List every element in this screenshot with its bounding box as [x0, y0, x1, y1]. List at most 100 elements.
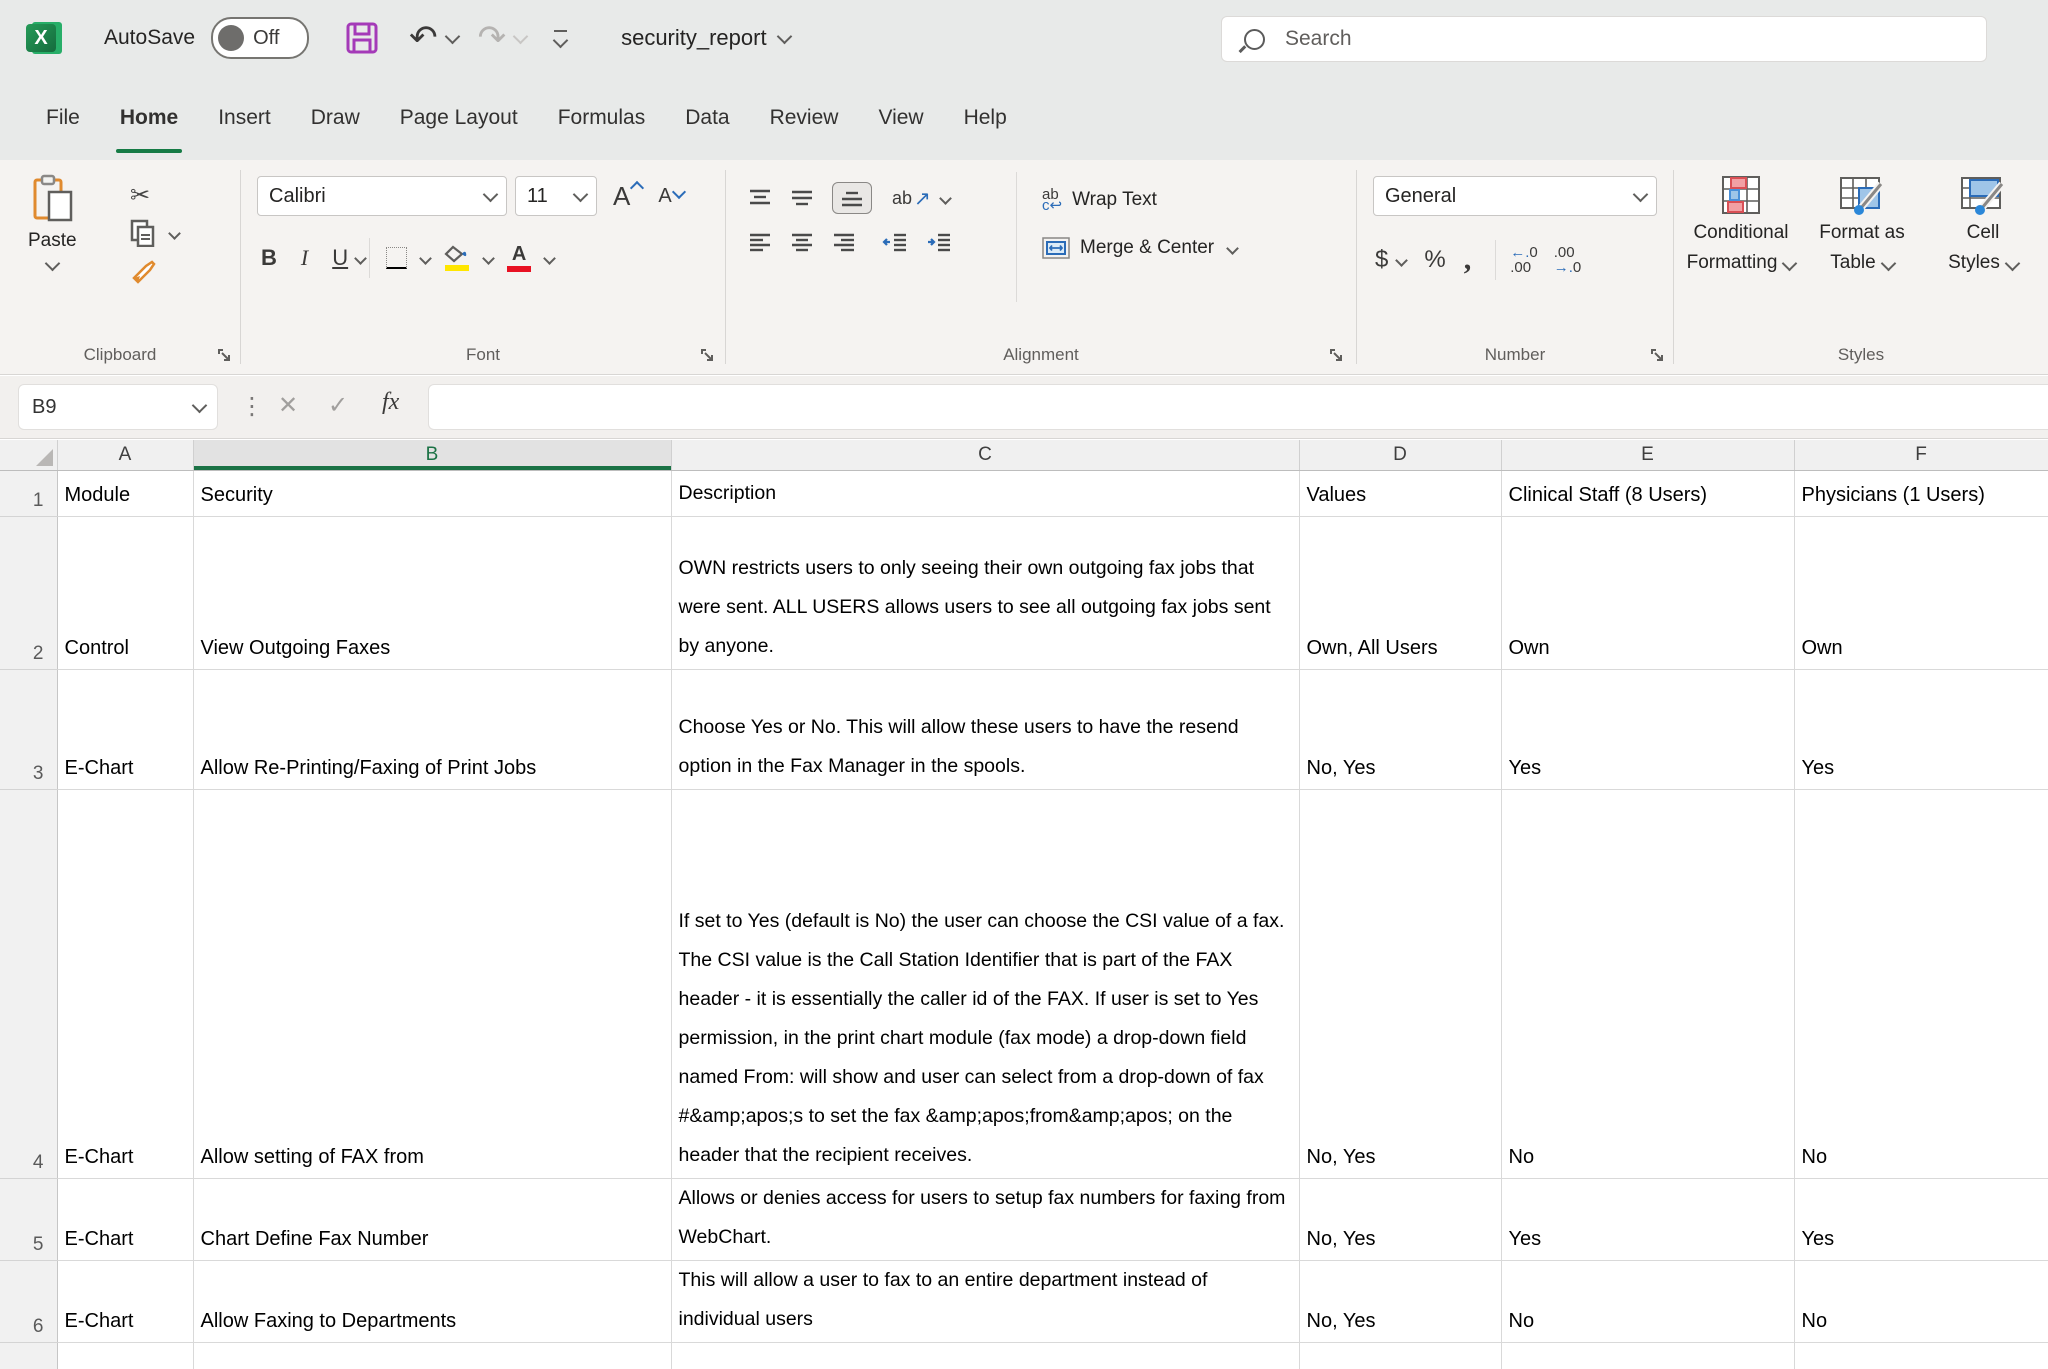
cell-C3[interactable]: Choose Yes or No. This will allow these … — [671, 670, 1299, 790]
cell-B1[interactable]: Security — [193, 471, 671, 517]
cell-E3[interactable]: Yes — [1501, 670, 1794, 790]
fill-color-chevron-icon[interactable] — [482, 252, 495, 265]
tab-home[interactable]: Home — [100, 76, 198, 160]
column-header-e[interactable]: E — [1501, 440, 1794, 471]
column-header-d[interactable]: D — [1299, 440, 1501, 471]
decrease-indent-button[interactable] — [882, 232, 908, 252]
number-dialog-launcher[interactable] — [1651, 349, 1665, 363]
tab-help[interactable]: Help — [944, 76, 1027, 160]
align-center-button[interactable] — [790, 232, 814, 252]
cell-B4[interactable]: Allow setting of FAX from — [193, 790, 671, 1179]
cell-A6[interactable]: E-Chart — [57, 1261, 193, 1343]
cell-B3[interactable]: Allow Re-Printing/Faxing of Print Jobs — [193, 670, 671, 790]
cell-D5[interactable]: No, Yes — [1299, 1179, 1501, 1261]
cell-E4[interactable]: No — [1501, 790, 1794, 1179]
cell-E6[interactable]: No — [1501, 1261, 1794, 1343]
borders-chevron-icon[interactable] — [419, 252, 432, 265]
font-color-chevron-icon[interactable] — [543, 252, 556, 265]
cell-C7[interactable] — [671, 1343, 1299, 1369]
wrap-text-button[interactable]: ab c↩ Wrap Text — [1042, 176, 1237, 224]
align-top-button[interactable] — [748, 188, 772, 208]
cancel-button[interactable]: ✕ — [278, 391, 298, 420]
cell-C1[interactable]: Description — [671, 471, 1299, 517]
cell-D2[interactable]: Own, All Users — [1299, 517, 1501, 670]
align-left-button[interactable] — [748, 232, 772, 252]
align-bottom-button-selected[interactable] — [832, 182, 872, 214]
font-dialog-launcher[interactable] — [701, 349, 715, 363]
redo-button[interactable]: ↷ — [478, 23, 527, 53]
cell-B5[interactable]: Chart Define Fax Number — [193, 1179, 671, 1261]
currency-format-button[interactable]: $ — [1375, 246, 1406, 274]
font-name-combo[interactable]: Calibri — [257, 176, 507, 216]
cell-A4[interactable]: E-Chart — [57, 790, 193, 1179]
select-all-button[interactable] — [0, 440, 57, 471]
cell-E1[interactable]: Clinical Staff (8 Users) — [1501, 471, 1794, 517]
search-input[interactable] — [1283, 26, 1927, 52]
cell-C5[interactable]: Allows or denies access for users to set… — [671, 1179, 1299, 1261]
number-format-combo[interactable]: General — [1373, 176, 1657, 216]
cell-B2[interactable]: View Outgoing Faxes — [193, 517, 671, 670]
row-header-1[interactable]: 1 — [0, 471, 57, 517]
undo-button[interactable]: ↶ — [409, 23, 458, 53]
autosave-toggle[interactable]: Off — [211, 17, 309, 59]
clipboard-dialog-launcher[interactable] — [218, 349, 232, 363]
align-right-button[interactable] — [832, 232, 856, 252]
font-color-button[interactable]: A — [507, 244, 531, 272]
cell-C6[interactable]: This will allow a user to fax to an enti… — [671, 1261, 1299, 1343]
row-header-6[interactable]: 6 — [0, 1261, 57, 1343]
conditional-formatting-button[interactable]: Conditional Formatting — [1682, 174, 1800, 276]
cell-A1[interactable]: Module — [57, 471, 193, 517]
merge-center-button[interactable]: Merge & Center — [1042, 224, 1237, 272]
italic-button[interactable]: I — [301, 245, 308, 271]
cell-E5[interactable]: Yes — [1501, 1179, 1794, 1261]
tab-formulas[interactable]: Formulas — [538, 76, 666, 160]
align-middle-button[interactable] — [790, 188, 814, 208]
cell-C4[interactable]: If set to Yes (default is No) the user c… — [671, 790, 1299, 1179]
cell-A7[interactable] — [57, 1343, 193, 1369]
copy-button[interactable] — [130, 214, 179, 252]
cell-F5[interactable]: Yes — [1794, 1179, 2048, 1261]
search-box[interactable] — [1221, 16, 1987, 62]
row-header-5[interactable]: 5 — [0, 1179, 57, 1261]
font-size-combo[interactable]: 11 — [515, 176, 597, 216]
save-button[interactable] — [345, 21, 379, 55]
cell-F4[interactable]: No — [1794, 790, 2048, 1179]
cell-A2[interactable]: Control — [57, 517, 193, 670]
cell-A3[interactable]: E-Chart — [57, 670, 193, 790]
tab-data[interactable]: Data — [665, 76, 749, 160]
column-header-b-selected[interactable]: B — [193, 440, 671, 471]
cell-F6[interactable]: No — [1794, 1261, 2048, 1343]
row-header-3[interactable]: 3 — [0, 670, 57, 790]
tab-draw[interactable]: Draw — [291, 76, 380, 160]
cell-D3[interactable]: No, Yes — [1299, 670, 1501, 790]
orientation-button[interactable]: ab ↗ — [892, 186, 950, 211]
cell-C2[interactable]: OWN restricts users to only seeing their… — [671, 517, 1299, 670]
paste-button[interactable]: Paste — [28, 174, 77, 269]
cell-D7[interactable] — [1299, 1343, 1501, 1369]
cell-A5[interactable]: E-Chart — [57, 1179, 193, 1261]
cell-D1[interactable]: Values — [1299, 471, 1501, 517]
insert-function-button[interactable]: fx — [382, 389, 399, 416]
row-header-7[interactable]: 7 — [0, 1343, 57, 1369]
decrease-decimal-button[interactable]: .00 →.0 — [1554, 245, 1582, 275]
tab-review[interactable]: Review — [750, 76, 859, 160]
row-header-2[interactable]: 2 — [0, 517, 57, 670]
cell-styles-button[interactable]: Cell Styles — [1924, 174, 2042, 276]
enter-button[interactable]: ✓ — [328, 391, 348, 420]
underline-chevron-icon[interactable] — [354, 252, 367, 265]
name-box[interactable]: B9 — [18, 384, 218, 430]
percent-format-button[interactable]: % — [1424, 246, 1445, 274]
row-header-4[interactable]: 4 — [0, 790, 57, 1179]
cell-F1[interactable]: Physicians (1 Users) — [1794, 471, 2048, 517]
cell-D4[interactable]: No, Yes — [1299, 790, 1501, 1179]
cell-B6[interactable]: Allow Faxing to Departments — [193, 1261, 671, 1343]
fill-color-button[interactable] — [444, 245, 470, 271]
cut-button[interactable]: ✂ — [130, 176, 179, 214]
tab-page-layout[interactable]: Page Layout — [380, 76, 538, 160]
tab-view[interactable]: View — [858, 76, 943, 160]
increase-indent-button[interactable] — [926, 232, 952, 252]
borders-button[interactable] — [386, 247, 407, 269]
underline-button[interactable]: U — [332, 245, 348, 271]
cell-E7[interactable] — [1501, 1343, 1794, 1369]
cell-E2[interactable]: Own — [1501, 517, 1794, 670]
